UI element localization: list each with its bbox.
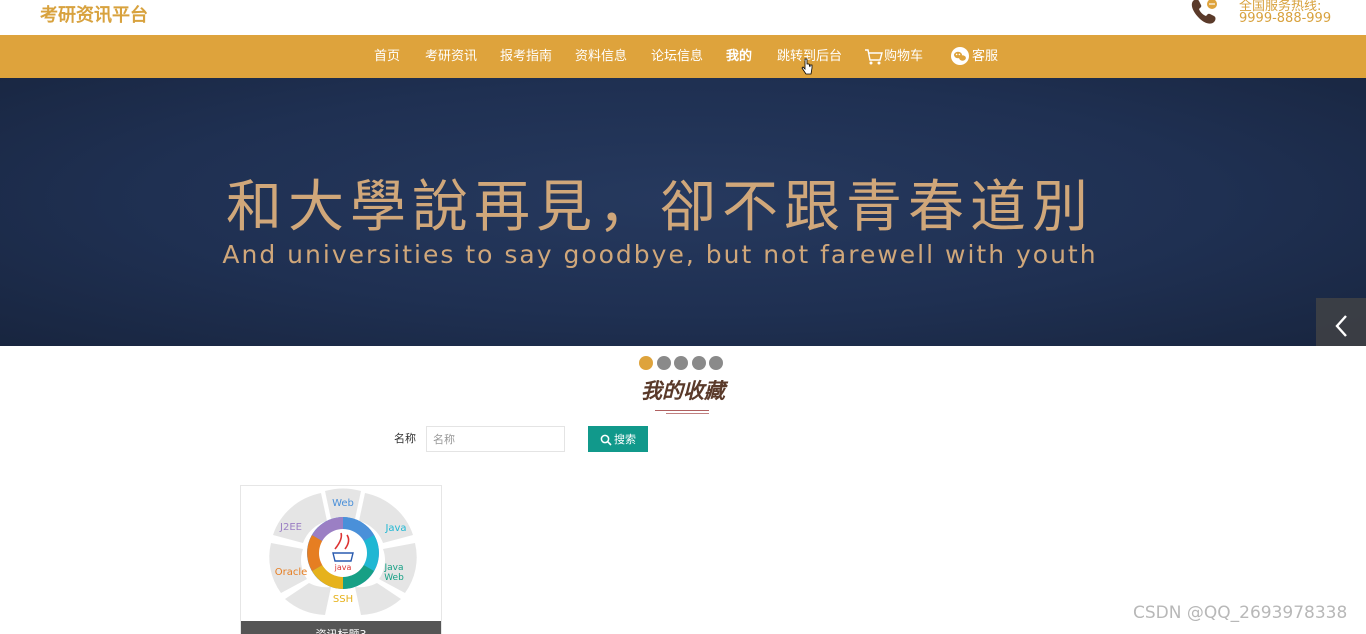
search-icon [600,434,612,446]
svg-text:java: java [334,563,352,572]
banner-prev-button[interactable] [1316,298,1366,346]
top-header: 考研资讯平台 全国服务热线: 9999-888-999 [0,0,1366,35]
carousel-dot[interactable] [709,356,723,370]
svg-text:Oracle: Oracle [275,567,308,578]
nav-item-news[interactable]: 考研资讯 [425,35,477,78]
carousel-dot[interactable] [692,356,706,370]
nav-item-cart-label: 购物车 [884,49,924,64]
nav-item-service[interactable]: 客服 [950,35,998,78]
nav-item-materials[interactable]: 资料信息 [575,35,627,78]
search-label: 名称 [394,432,416,445]
banner-title-en: And universities to say goodbye, but not… [222,240,1098,269]
mouse-cursor-icon [801,58,813,75]
search-button-label: 搜索 [614,433,636,446]
favorite-card-title: 资讯标题3 [241,621,441,634]
title-underline [666,413,709,414]
title-underline [655,410,709,411]
phone-icon [1191,0,1217,24]
java-tech-wheel-image: java Web Java Java Web SSH Oracle J2EE [241,486,441,621]
watermark: CSDN @QQ_2693978338 [1133,603,1348,623]
hotline: 全国服务热线: 9999-888-999 [1190,0,1366,34]
nav-item-mine[interactable]: 我的 [726,35,752,78]
search-input[interactable] [426,426,565,452]
svg-text:J2EE: J2EE [279,522,302,533]
svg-text:SSH: SSH [333,594,353,605]
cart-icon [865,48,883,64]
nav-item-home[interactable]: 首页 [374,35,400,78]
svg-text:Java: Java [384,523,406,534]
carousel-dot[interactable] [657,356,671,370]
nav-item-cart[interactable]: 购物车 [864,35,923,78]
wechat-icon [951,46,969,65]
section-title: 我的收藏 [641,379,725,403]
page: 考研资讯平台 全国服务热线: 9999-888-999 首页 考研资讯 报考指南… [0,0,1366,634]
main-nav: 首页 考研资讯 报考指南 资料信息 论坛信息 我的 跳转到后台 购物车 客服 [0,35,1366,78]
nav-item-service-label: 客服 [972,49,999,64]
svg-text:Web: Web [332,498,354,509]
site-title[interactable]: 考研资讯平台 [40,1,148,27]
carousel-dot[interactable] [639,356,653,370]
carousel-dot[interactable] [674,356,688,370]
nav-item-guide[interactable]: 报考指南 [500,35,552,78]
nav-item-forum[interactable]: 论坛信息 [651,35,703,78]
banner-title-cn: 和大學說再見，卻不跟青春道別 [226,175,1094,240]
favorite-card[interactable]: java Web Java Java Web SSH Oracle J2EE 资… [240,485,442,634]
banner-carousel[interactable]: 和大學說再見，卻不跟青春道別 And universities to say g… [0,78,1366,346]
chevron-left-icon [1335,315,1347,337]
search-button[interactable]: 搜索 [588,426,648,452]
hotline-number: 9999-888-999 [1239,11,1332,26]
svg-text:Java: Java [383,563,403,573]
svg-text:Web: Web [384,573,404,583]
